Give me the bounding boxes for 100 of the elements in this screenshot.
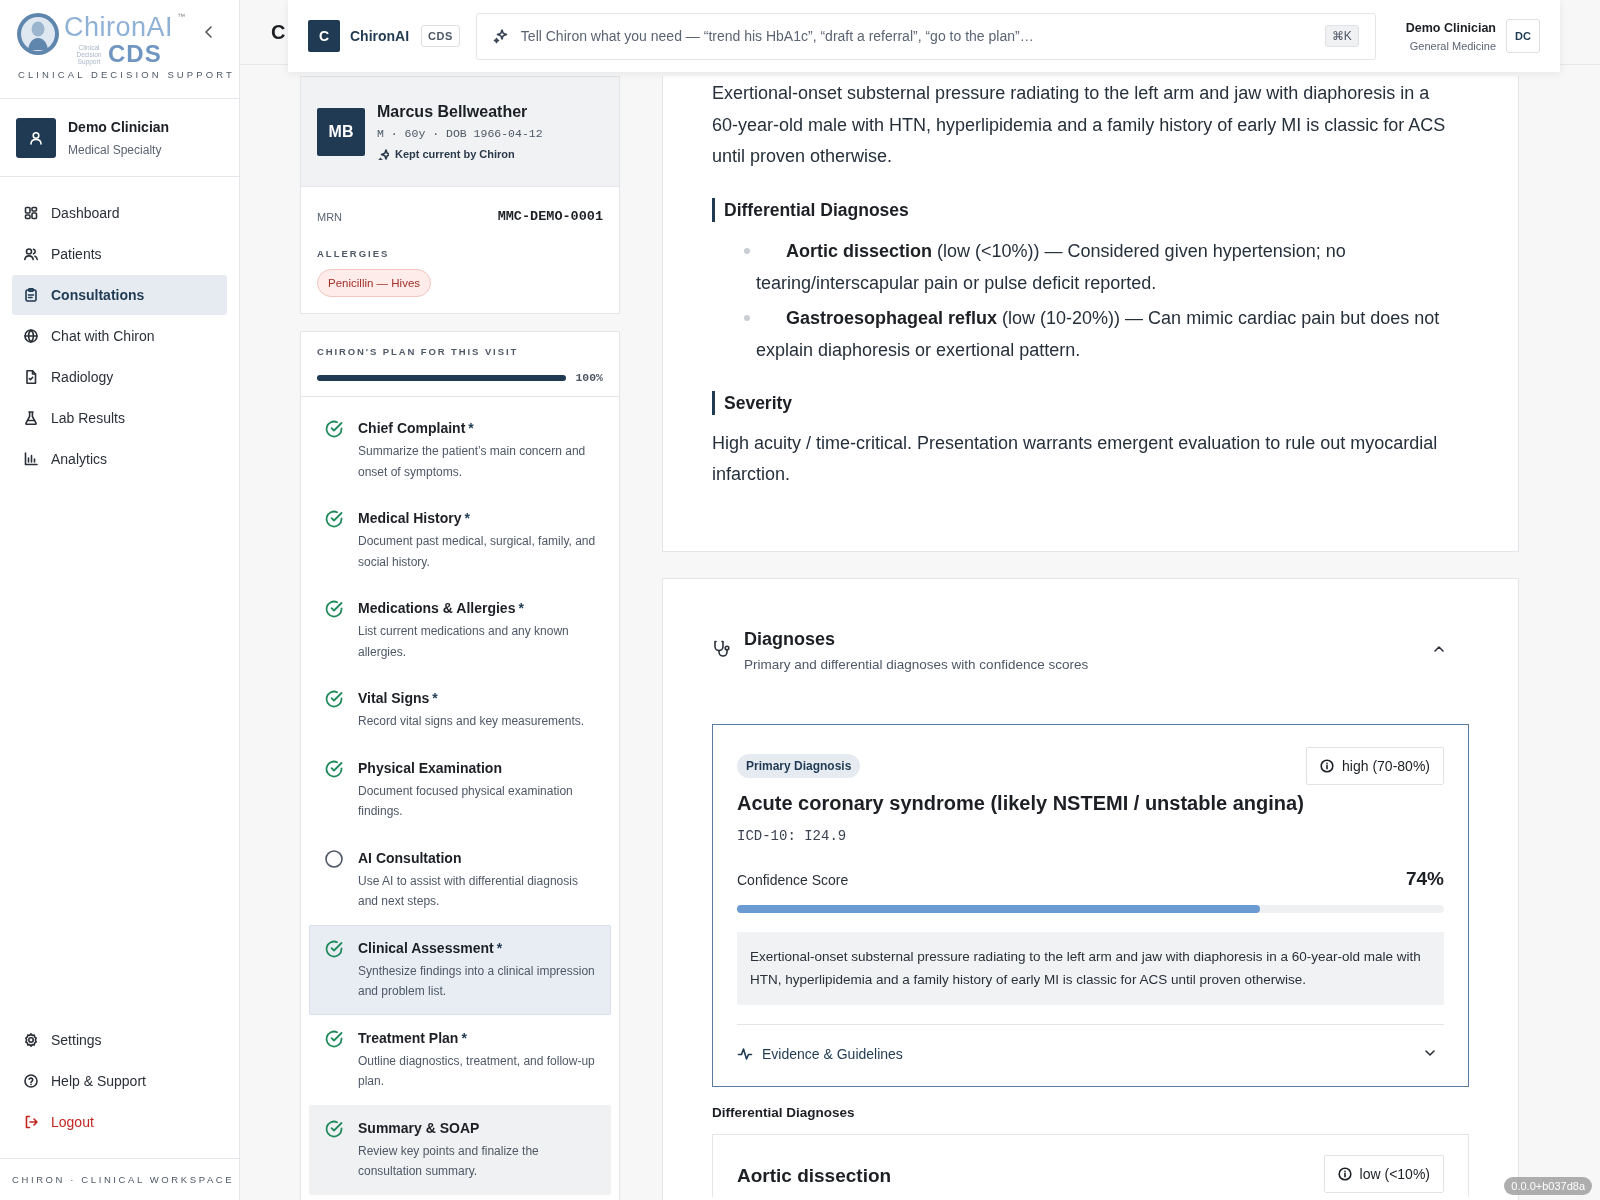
settings-icon — [23, 1032, 39, 1048]
plan-step[interactable]: Physical Examination Document focused physical examination findings. — [309, 744, 611, 835]
assessment-paragraph: Exertional-onset substernal pressure radiating to the left arm and jaw with diaphoresis in a 60-year-old male with HTN, hyperlipidemia and a family history of early MI is classic for ACS until proven otherwise. — [712, 82, 1447, 168]
step-description: Record vital signs and key measurements. — [358, 713, 585, 730]
user-avatar[interactable]: DC — [1506, 19, 1540, 53]
assessment-paragraph: High acuity / time-critical. Presentation warrants emergent evaluation to rule out myocardial infarction. — [712, 431, 1439, 486]
nav-item[interactable]: Dashboard — [12, 193, 227, 233]
nav-item[interactable]: Patients — [12, 234, 227, 274]
required-mark: * — [432, 690, 438, 706]
plan-step[interactable]: Chief Complaint * Summarize the patient’s main concern and onset of symptoms. — [309, 405, 611, 495]
required-mark: * — [468, 420, 474, 436]
user-icon — [28, 129, 44, 146]
plan-step[interactable]: Medications & Allergies * List current medications and any known allergies. — [309, 585, 611, 675]
differential-item: Gastroesophageal reflux (low (10-20%)) — Can mimic cardiac pain but does not explain diaphoresis or exertional pattern. — [756, 306, 1441, 362]
brand-logo: C — [308, 20, 340, 52]
bar-chart-icon — [23, 451, 39, 467]
diagnosis-rationale: Exertional-onset substernal pressure radiating to the left arm and jaw with diaphoresis in a 60-year-old male with HTN, hyperlipidemia and a family history of early MI is classic for ACS until proven otherwise. — [737, 931, 1444, 1005]
evidence-toggle[interactable]: Evidence & Guidelines — [737, 1023, 1444, 1064]
plan-step[interactable]: Medical History * Document past medical, surgical, family, and social history. — [309, 495, 611, 585]
user-name: Demo Clinician — [1405, 20, 1496, 35]
mrn-label: MRN — [317, 210, 343, 223]
differential-title: Differential Diagnoses — [712, 1104, 856, 1120]
required-mark: * — [518, 600, 524, 616]
diagnosis-name: Acute coronary syndrome (likely NSTEMI / unstable angina) — [737, 790, 1305, 816]
step-title: Medications & Allergies — [358, 600, 516, 616]
bullet-icon — [744, 247, 750, 254]
section-heading: Severity — [712, 390, 1452, 415]
primary-diagnosis-tag: Primary Diagnosis — [737, 753, 861, 778]
command-field[interactable]: Tell Chiron what you need — “trend his HbA1c”, “draft a referral”, “go to the plan”… ⌘K — [475, 12, 1376, 60]
step-title: Vital Signs — [358, 690, 430, 706]
step-description: Use AI to assist with differential diagnosis and next steps. — [358, 872, 579, 910]
confidence-badge: high (70-80%) — [1306, 746, 1444, 785]
nav-item[interactable]: Analytics — [12, 439, 227, 479]
required-mark: * — [464, 510, 470, 526]
allergies-label: ALLERGIES — [317, 248, 391, 259]
user-role: Medical Specialty — [68, 142, 163, 157]
nav-item[interactable]: Lab Results — [12, 398, 227, 438]
diagnosis-name: Aortic dissection — [737, 1164, 892, 1187]
nav-item[interactable]: Radiology — [12, 357, 227, 397]
score-value: 74% — [1405, 867, 1444, 890]
brand-name: ChironAI — [350, 28, 410, 44]
emblem-icon — [16, 12, 60, 56]
sidebar-footer: CHIRON · CLINICAL WORKSPACE — [0, 1158, 239, 1200]
info-icon — [1320, 758, 1335, 773]
step-title: Physical Examination — [358, 759, 502, 776]
step-title: Treatment Plan — [358, 1029, 459, 1046]
patient-name: Marcus Bellweather — [377, 103, 529, 121]
logo-wordmark: ChironAI — [64, 12, 174, 42]
step-description: Summarize the patient’s main concern and onset of symptoms. — [358, 443, 587, 481]
plan-step[interactable]: AI Consultation Use AI to assist with differential diagnosis and next steps. — [309, 834, 611, 925]
info-icon — [1337, 1166, 1352, 1181]
plan-title: CHIRON'S PLAN FOR THIS VISIT — [317, 346, 520, 357]
section-heading: Differential Diagnoses — [712, 197, 1452, 222]
logout-link[interactable]: Logout — [12, 1102, 227, 1142]
nav-item[interactable]: Chat with Chiron — [12, 316, 227, 356]
shortcut-hint: ⌘K — [1324, 25, 1359, 47]
step-description: Synthesize findings into a clinical impression and problem list. — [358, 962, 596, 1000]
version-label: 0.0.0+b037d8a — [1504, 1177, 1592, 1195]
plan-step[interactable]: Summary & SOAP Review key points and finalize the consultation summary. — [309, 1104, 611, 1195]
document-icon — [23, 369, 39, 385]
clipboard-icon — [23, 287, 39, 303]
plan-step[interactable]: Treatment Plan * Outline diagnostics, treatment, and follow-up plan. — [309, 1014, 611, 1105]
user-role: General Medicine — [1408, 39, 1496, 52]
step-title: Chief Complaint — [358, 420, 466, 436]
sparkle-icon — [377, 148, 389, 160]
flask-icon — [23, 410, 39, 426]
stethoscope-icon — [712, 638, 732, 659]
page-title: C — [271, 20, 286, 44]
patient-avatar: MB — [317, 107, 365, 156]
required-mark: * — [461, 1029, 467, 1046]
step-description: Outline diagnostics, treatment, and follow-up plan. — [358, 1052, 596, 1090]
step-title: Medical History — [358, 510, 462, 526]
differential-item: Aortic dissection (low (<10%)) — Considered given hypertension; no tearing/interscapular pain or pulse deficit reported. — [756, 239, 1347, 295]
people-icon — [23, 246, 39, 262]
step-title: AI Consultation — [358, 849, 462, 866]
step-description: Document past medical, surgical, family, and social history. — [358, 533, 597, 571]
section-subtitle: Primary and differential diagnoses with confidence scores — [744, 656, 1089, 672]
step-title: Clinical Assessment — [358, 939, 494, 956]
step-title: Summary & SOAP — [358, 1119, 480, 1136]
plan-step[interactable]: Clinical Assessment * Synthesize findings into a clinical impression and problem list. — [309, 924, 611, 1015]
confidence-badge: low (<10%) — [1323, 1154, 1444, 1193]
user-name: Demo Clinician — [68, 118, 170, 135]
logo-product: CDS — [108, 43, 162, 65]
plan-step[interactable]: Vital Signs * Record vital signs and key measurements. — [309, 675, 611, 745]
allergy-tag: Penicillin — Hives — [317, 269, 432, 297]
nav-item[interactable]: Help & Support — [12, 1061, 227, 1101]
score-label: Confidence Score — [737, 871, 849, 888]
logo-tagline: CLINICAL DECISION SUPPORT — [18, 69, 235, 80]
progress-reading: 100% — [575, 371, 603, 384]
pulse-icon — [737, 1046, 753, 1062]
bullet-icon — [744, 314, 750, 321]
mrn-value: MMC-DEMO-0001 — [497, 209, 603, 224]
dashboard-icon — [23, 205, 39, 221]
step-description: Document focused physical examination findings. — [358, 782, 574, 820]
trademark-sign: ™ — [177, 12, 186, 21]
help-icon — [23, 1073, 39, 1089]
step-description: List current medications and any known allergies. — [358, 623, 570, 661]
patient-details: M · 60y · DOB 1966-04-12 — [377, 127, 543, 140]
nav-item[interactable]: Settings — [12, 1020, 227, 1060]
nav-item[interactable]: Consultations — [12, 275, 227, 315]
